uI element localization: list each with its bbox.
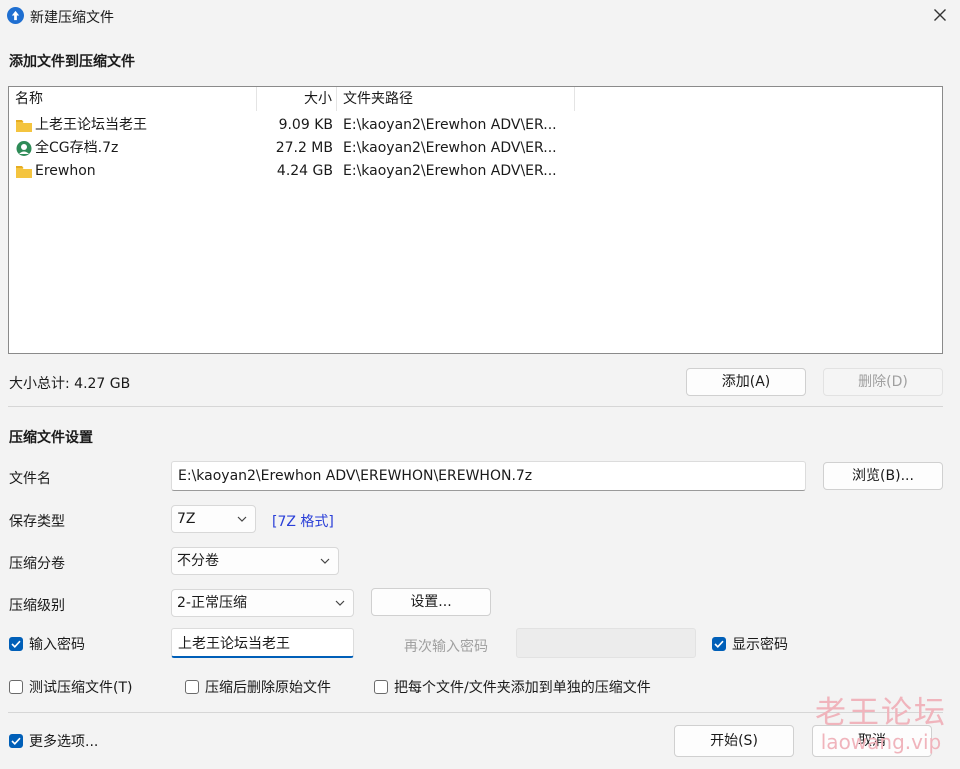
file-list-header: 名称 大小 文件夹路径 — [9, 87, 942, 111]
password-label: 输入密码 — [29, 637, 85, 653]
show-password-label: 显示密码 — [732, 637, 788, 653]
add-button[interactable]: 添加(A) — [686, 368, 806, 396]
chevron-down-icon — [320, 548, 330, 574]
password-input[interactable] — [171, 628, 354, 658]
watermark-title: 老王论坛 — [815, 695, 947, 731]
checkbox-checked-icon — [712, 637, 726, 651]
file-name: 上老王论坛当老王 — [35, 117, 147, 133]
title-bar: 新建压缩文件 — [0, 0, 960, 32]
file-name: 全CG存档.7z — [35, 140, 119, 156]
close-button[interactable] — [920, 0, 960, 30]
level-label: 压缩级别 — [9, 598, 65, 614]
delete-original-label: 压缩后删除原始文件 — [205, 680, 331, 696]
folder-icon — [15, 118, 33, 133]
window-title: 新建压缩文件 — [30, 10, 114, 26]
format-link[interactable]: [7Z 格式] — [272, 511, 334, 531]
level-value: 2-正常压缩 — [177, 595, 247, 611]
separate-archives-label: 把每个文件/文件夹添加到单独的压缩文件 — [394, 680, 651, 696]
level-select[interactable]: 2-正常压缩 — [171, 589, 354, 617]
password-repeat-label: 再次输入密码 — [404, 639, 488, 655]
filename-input[interactable] — [171, 461, 806, 491]
password-repeat-input[interactable] — [516, 628, 696, 658]
app-icon — [7, 7, 24, 24]
file-row[interactable]: 全CG存档.7z 27.2 MB E:\kaoyan2\Erewhon ADV\… — [9, 137, 589, 160]
file-row[interactable]: Erewhon 4.24 GB E:\kaoyan2\Erewhon ADV\E… — [9, 160, 589, 183]
checkbox-checked-icon — [9, 637, 23, 651]
show-password-checkbox[interactable]: 显示密码 — [712, 634, 788, 654]
column-name[interactable]: 名称 — [9, 87, 257, 111]
save-type-label: 保存类型 — [9, 514, 65, 530]
settings-button[interactable]: 设置... — [371, 588, 491, 616]
total-size-label: 大小总计: 4.27 GB — [9, 376, 131, 392]
chevron-down-icon — [237, 506, 247, 532]
file-row[interactable]: 上老王论坛当老王 9.09 KB E:\kaoyan2\Erewhon ADV\… — [9, 114, 589, 137]
file-path: E:\kaoyan2\Erewhon ADV\ER... — [343, 117, 557, 133]
more-options-checkbox[interactable]: 更多选项... — [9, 731, 98, 751]
column-path[interactable]: 文件夹路径 — [337, 87, 575, 111]
chevron-down-icon — [335, 590, 345, 616]
file-name: Erewhon — [35, 163, 96, 179]
volume-label: 压缩分卷 — [9, 556, 65, 572]
file-list[interactable]: 名称 大小 文件夹路径 上老王论坛当老王 9.09 KB E:\kaoyan2\… — [8, 86, 943, 354]
password-checkbox[interactable]: 输入密码 — [9, 634, 85, 654]
test-archive-label: 测试压缩文件(T) — [29, 680, 133, 696]
checkbox-unchecked-icon — [9, 680, 23, 694]
browse-button[interactable]: 浏览(B)... — [823, 462, 943, 490]
volume-select[interactable]: 不分卷 — [171, 547, 339, 575]
archive-icon — [15, 140, 33, 157]
add-section-title: 添加文件到压缩文件 — [9, 54, 135, 70]
watermark: 老王论坛 laowang.vip — [806, 694, 956, 760]
file-path: E:\kaoyan2\Erewhon ADV\ER... — [343, 140, 557, 156]
watermark-url: laowang.vip — [820, 730, 942, 754]
delete-original-checkbox[interactable]: 压缩后删除原始文件 — [185, 677, 331, 697]
close-icon — [934, 9, 946, 21]
save-type-select[interactable]: 7Z — [171, 505, 256, 533]
folder-icon — [15, 164, 33, 179]
checkbox-unchecked-icon — [185, 680, 199, 694]
start-button[interactable]: 开始(S) — [674, 725, 794, 757]
column-size[interactable]: 大小 — [257, 87, 337, 111]
checkbox-unchecked-icon — [374, 680, 388, 694]
separate-archives-checkbox[interactable]: 把每个文件/文件夹添加到单独的压缩文件 — [374, 677, 651, 697]
section-divider — [8, 406, 943, 407]
more-options-label: 更多选项... — [29, 734, 99, 750]
volume-value: 不分卷 — [177, 553, 219, 569]
file-size: 9.09 KB — [278, 117, 333, 133]
file-path: E:\kaoyan2\Erewhon ADV\ER... — [343, 163, 557, 179]
test-archive-checkbox[interactable]: 测试压缩文件(T) — [9, 677, 132, 697]
filename-label: 文件名 — [9, 471, 51, 487]
settings-section-title: 压缩文件设置 — [9, 430, 93, 446]
checkbox-checked-icon — [9, 734, 23, 748]
delete-button[interactable]: 删除(D) — [823, 368, 943, 396]
file-size: 27.2 MB — [275, 140, 333, 156]
file-size: 4.24 GB — [276, 163, 333, 179]
footer-divider — [8, 712, 943, 713]
save-type-value: 7Z — [177, 511, 196, 527]
